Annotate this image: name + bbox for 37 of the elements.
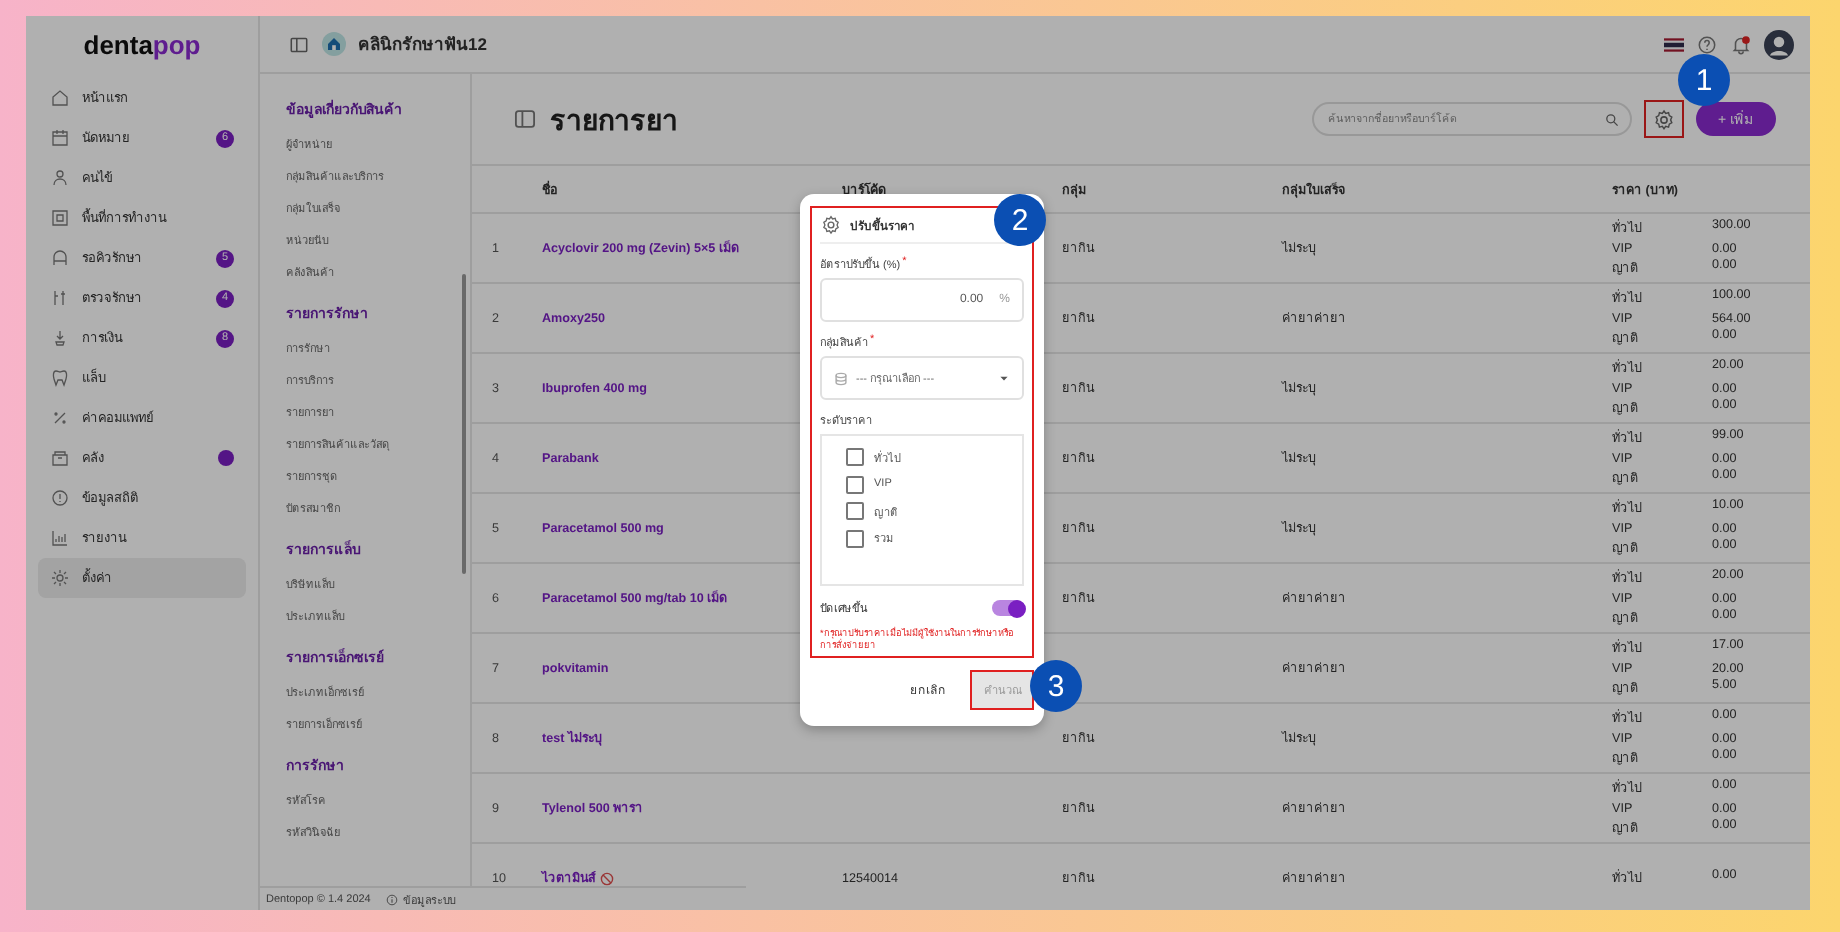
page-title: รายการยา <box>550 101 678 139</box>
nav-icon <box>50 408 70 428</box>
help-icon[interactable] <box>1696 33 1718 55</box>
nav-icon <box>50 368 70 388</box>
logo: dentapop <box>81 27 203 64</box>
caret-icon <box>998 372 1010 384</box>
panel-icon <box>512 106 538 132</box>
nav-icon <box>50 168 70 188</box>
nav-icon <box>50 528 70 548</box>
checkbox[interactable] <box>846 475 864 494</box>
nav-icon <box>50 488 70 508</box>
gear-icon <box>1652 107 1676 131</box>
bell-icon[interactable] <box>1730 33 1752 55</box>
checkbox[interactable] <box>846 448 864 467</box>
checkbox[interactable] <box>846 529 864 548</box>
nav-icon <box>50 208 70 228</box>
database-icon <box>834 371 848 385</box>
clinic-name: คลินิกรักษาฟัน12 <box>358 32 487 58</box>
step-number-marker: 3 <box>1030 660 1082 712</box>
nav-icon <box>50 568 70 588</box>
checkbox[interactable] <box>846 502 864 521</box>
nav-icon <box>50 448 70 468</box>
flag-icon[interactable] <box>1664 37 1684 51</box>
toggle-switch[interactable] <box>992 600 1024 616</box>
nav-icon <box>50 328 70 348</box>
step-number-marker: 1 <box>1678 54 1730 106</box>
settings-icon <box>820 214 842 236</box>
settings-button[interactable] <box>1644 100 1684 138</box>
sidebar-toggle-icon[interactable] <box>288 33 310 55</box>
home-icon <box>322 32 346 56</box>
nav-icon <box>50 88 70 108</box>
nav-icon <box>50 128 70 148</box>
search-icon <box>1604 111 1620 127</box>
nav-icon <box>50 248 70 268</box>
nav-icon <box>50 288 70 308</box>
info-icon <box>386 893 399 905</box>
avatar-icon[interactable] <box>1764 29 1794 59</box>
